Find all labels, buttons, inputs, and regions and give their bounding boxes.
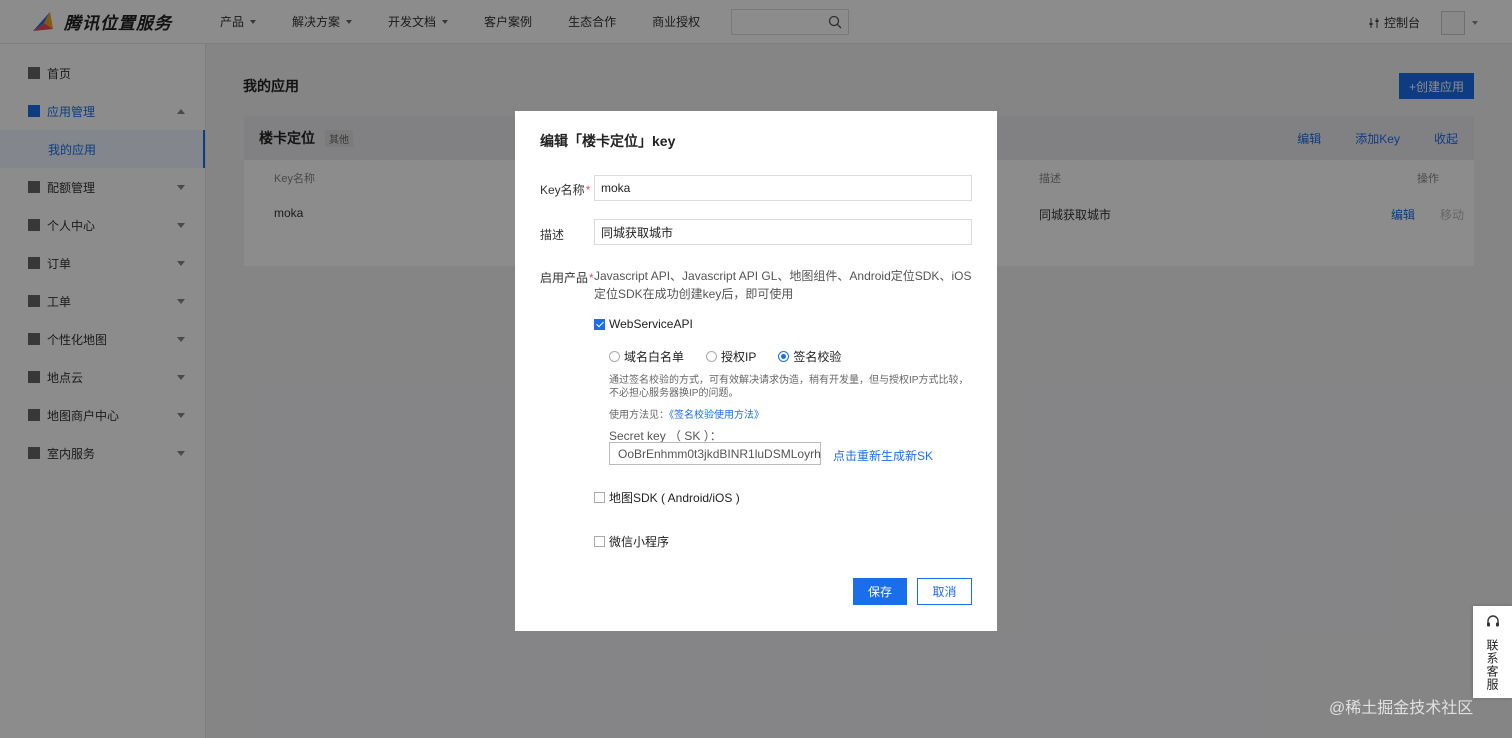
cancel-button[interactable]: 取消 [917,578,972,605]
contact-label: 联系客服 [1485,639,1499,691]
auth-method-radios: 域名白名单 授权IP 签名校验 [609,348,841,365]
headset-icon [1485,614,1501,633]
wechat-checkbox[interactable]: 微信小程序 [594,533,669,550]
webservice-label: WebServiceAPI [609,317,693,331]
webservice-checkbox[interactable]: WebServiceAPI [594,317,693,331]
products-label-text: 启用产品 [540,271,589,285]
edit-key-modal: 编辑「楼卡定位」key Key名称* moka 描述 同城获取城市 启用产品* … [515,111,997,631]
secret-key-field[interactable]: OoBrEnhmm0t3jkdBINR1luDSMLoyrhD [609,442,821,465]
required-mark: * [589,271,594,285]
contact-support-button[interactable]: 联系客服 [1473,606,1512,698]
key-name-label: Key名称* [540,181,590,198]
required-mark: * [585,183,591,197]
regenerate-sk-link[interactable]: 点击重新生成新SK [833,447,933,464]
radio-signature[interactable]: 签名校验 [778,348,841,365]
checkbox-icon [594,492,605,503]
products-label: 启用产品* [540,269,594,286]
desc-label: 描述 [540,228,565,242]
wechat-label: 微信小程序 [609,535,670,549]
usage-prefix: 使用方法见： [609,410,669,421]
radio-label: 授权IP [721,350,757,364]
radio-icon [609,351,620,362]
radio-icon [706,351,718,362]
products-description: Javascript API、Javascript API GL、地图组件、An… [594,269,972,301]
desc-input[interactable]: 同城获取城市 [594,219,972,245]
usage-link[interactable]: 《签名校验使用方法》 [669,410,764,421]
modal-title: 编辑「楼卡定位」key [540,133,676,149]
radio-domain-whitelist[interactable]: 域名白名单 [609,348,684,365]
key-name-input[interactable]: moka [594,175,972,201]
map-sdk-checkbox[interactable]: 地图SDK ( Android/iOS ) [594,489,740,506]
checkbox-checked-icon [594,318,605,330]
radio-authorized-ip[interactable]: 授权IP [706,348,756,365]
key-name-label-text: Key名称 [540,183,585,197]
radio-label: 域名白名单 [624,350,685,364]
usage-line: 使用方法见：《签名校验使用方法》 [609,406,764,421]
watermark: @稀土掘金技术社区 [1329,700,1474,717]
signature-description: 通过签名校验的方式，可有效解决请求伪造，稍有开发量，但与授权IP方式比较，不必担… [609,375,969,399]
checkbox-icon [594,536,605,547]
save-button[interactable]: 保存 [853,578,907,605]
map-sdk-label: 地图SDK ( Android/iOS ) [609,491,740,505]
radio-label: 签名校验 [793,350,842,364]
radio-selected-icon [778,351,790,362]
